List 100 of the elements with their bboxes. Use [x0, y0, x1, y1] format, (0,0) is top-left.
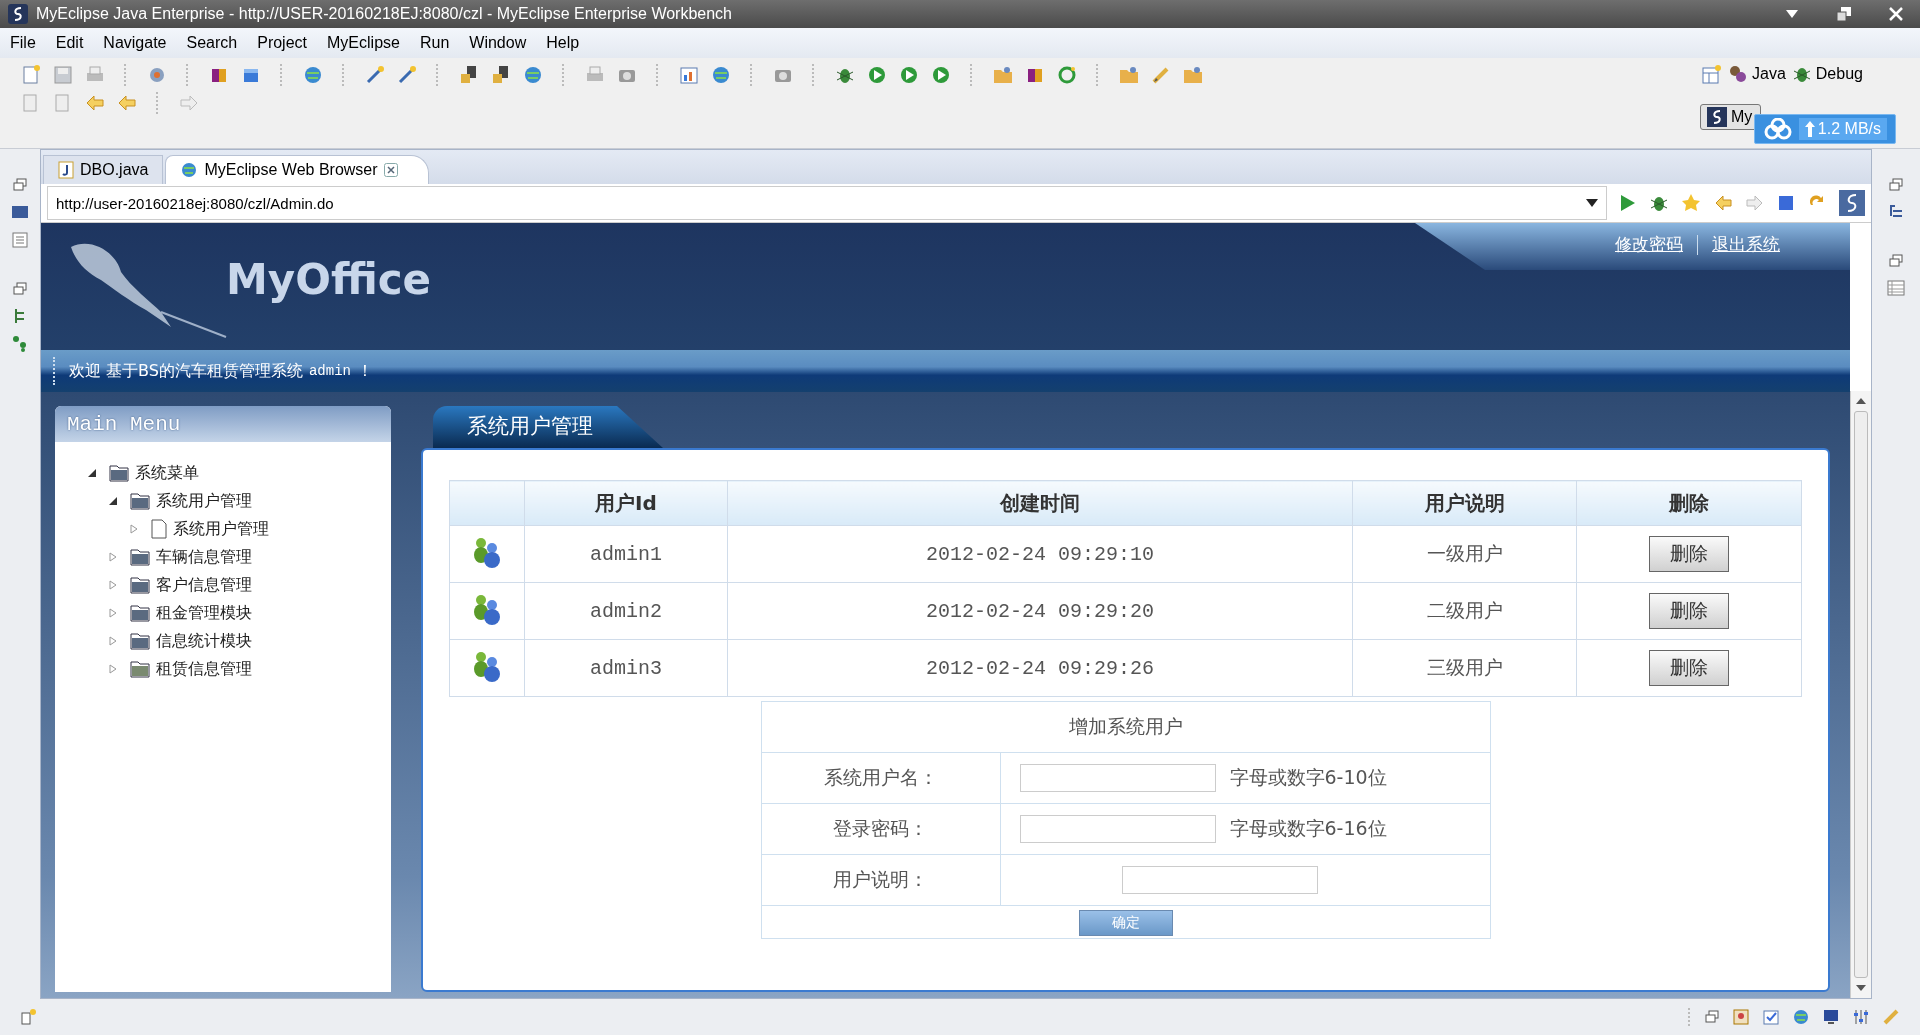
monitor-icon[interactable] — [1822, 1008, 1840, 1026]
header-link[interactable]: 修改密码 — [1615, 233, 1683, 256]
package-icon[interactable] — [11, 203, 29, 221]
upload-speed: 1.2 MB/s — [1817, 120, 1881, 138]
delete-button[interactable]: 删除 — [1649, 536, 1730, 572]
menu-item[interactable]: Edit — [55, 34, 84, 52]
globe-icon[interactable] — [302, 64, 324, 86]
editor-tab[interactable]: DBO.java — [43, 155, 164, 184]
star-icon[interactable] — [1681, 193, 1701, 213]
folder-icon — [130, 548, 150, 566]
tree-icon[interactable] — [11, 335, 29, 353]
restore-icon[interactable] — [12, 281, 28, 297]
globe-icon — [180, 161, 199, 179]
column-header: 用户说明 — [1352, 480, 1577, 526]
play-icon[interactable] — [866, 64, 888, 86]
arrow-left-icon[interactable] — [1713, 193, 1733, 213]
restore-icon[interactable] — [1704, 1009, 1720, 1025]
play-icon[interactable] — [898, 64, 920, 86]
header-link[interactable]: 退出系统 — [1712, 233, 1780, 256]
menu-item[interactable]: Search — [186, 34, 238, 52]
refresh-icon[interactable] — [1056, 64, 1078, 86]
menu-item[interactable]: Navigate — [103, 34, 167, 52]
globe-icon[interactable] — [710, 64, 732, 86]
folder-icon[interactable] — [1182, 64, 1204, 86]
menu-item[interactable]: Project — [257, 34, 307, 52]
list-icon[interactable] — [11, 231, 29, 249]
save-icon[interactable] — [52, 64, 74, 86]
field-label: 系统用户名： — [761, 752, 1000, 804]
site-logo: MyOffice — [226, 255, 432, 304]
new-view-icon[interactable] — [20, 1008, 38, 1026]
globe-icon[interactable] — [1792, 1008, 1810, 1026]
restore-icon[interactable] — [12, 177, 28, 193]
document-icon[interactable] — [20, 64, 42, 86]
perspective-button[interactable]: Java — [1728, 64, 1786, 84]
scrollbar[interactable] — [1850, 391, 1871, 998]
expander-icon[interactable] — [87, 468, 97, 478]
input-field[interactable] — [1019, 764, 1216, 792]
sliders-icon[interactable] — [1852, 1008, 1870, 1026]
globe-icon[interactable] — [522, 64, 544, 86]
folder-icon — [130, 604, 150, 622]
tree-item[interactable]: 租金管理模块 — [156, 602, 252, 624]
tree-item[interactable]: 系统用户管理 — [173, 518, 269, 540]
folder-icon — [109, 464, 129, 482]
dropdown-caret-icon[interactable] — [1586, 199, 1598, 207]
chart-icon[interactable] — [678, 64, 700, 86]
folder-icon[interactable] — [1118, 64, 1140, 86]
cloud-icon — [1762, 118, 1793, 140]
wand-icon[interactable] — [396, 64, 418, 86]
expander-icon[interactable] — [108, 496, 118, 506]
restore-icon[interactable] — [1888, 177, 1904, 193]
field-hint: 字母或数字6-10位 — [1229, 765, 1387, 790]
perspective-button[interactable]: My — [1700, 104, 1762, 130]
restore-icon[interactable] — [1888, 253, 1904, 269]
page-icon — [151, 519, 167, 539]
panel-title: Main Menu — [55, 406, 391, 442]
pencil-icon[interactable] — [1882, 1008, 1900, 1026]
play-icon[interactable] — [930, 64, 952, 86]
input-field[interactable] — [1121, 866, 1318, 894]
perspective-button[interactable]: Debug — [1791, 64, 1863, 84]
tree-item[interactable]: 租赁信息管理 — [156, 658, 252, 680]
users-icon — [472, 593, 502, 625]
input-field[interactable] — [1019, 815, 1216, 843]
app-logo-icon[interactable] — [1839, 190, 1865, 216]
menu-caret-icon[interactable] — [1784, 8, 1800, 20]
table-icon[interactable] — [1887, 279, 1905, 297]
scroll-up-icon[interactable] — [1855, 397, 1867, 405]
delete-button[interactable]: 删除 — [1649, 593, 1730, 629]
checklist-icon[interactable] — [1762, 1008, 1780, 1026]
menu-item[interactable]: Run — [419, 34, 450, 52]
java-file-icon — [58, 161, 74, 179]
tree-item[interactable]: 车辆信息管理 — [156, 546, 252, 568]
menu-item[interactable]: MyEclipse — [327, 34, 400, 52]
tree-item[interactable]: 信息统计模块 — [156, 630, 252, 652]
restore-icon[interactable] — [1836, 6, 1852, 22]
folder-icon[interactable] — [992, 64, 1014, 86]
close-icon[interactable] — [383, 163, 398, 177]
tree-item[interactable]: 系统用户管理 — [156, 490, 252, 512]
address-field[interactable]: http://user-20160218ej:8080/czl/Admin.do — [47, 186, 1607, 220]
stop-icon[interactable] — [1777, 194, 1795, 212]
field-label: 登录密码： — [761, 803, 1000, 855]
wand-icon[interactable] — [364, 64, 386, 86]
editor-tab[interactable]: MyEclipse Web Browser — [165, 155, 429, 184]
tree-item[interactable]: 客户信息管理 — [156, 574, 252, 596]
open-perspective-icon[interactable] — [1700, 64, 1722, 86]
upload-arrow-icon — [1804, 121, 1815, 137]
column-header: 创建时间 — [727, 480, 1353, 526]
menu-item[interactable]: File — [10, 34, 36, 52]
table-cell: 2012-02-24 09:29:20 — [727, 582, 1353, 640]
arrow-right-icon[interactable] — [1745, 193, 1765, 213]
scroll-down-icon[interactable] — [1855, 984, 1867, 992]
delete-button[interactable]: 删除 — [1649, 650, 1730, 686]
welcome-text: 欢迎 基于BS的汽车租赁管理系统 — [69, 360, 303, 382]
image-icon[interactable] — [1732, 1008, 1750, 1026]
menu-item[interactable]: Help — [546, 34, 580, 52]
tree-item[interactable]: 系统菜单 — [135, 462, 199, 484]
user-name: admin — [308, 363, 351, 379]
folder-icon — [130, 576, 150, 594]
table-cell: admin1 — [524, 525, 728, 583]
folder-icon — [130, 492, 150, 510]
menu-item[interactable]: Window — [469, 34, 527, 52]
